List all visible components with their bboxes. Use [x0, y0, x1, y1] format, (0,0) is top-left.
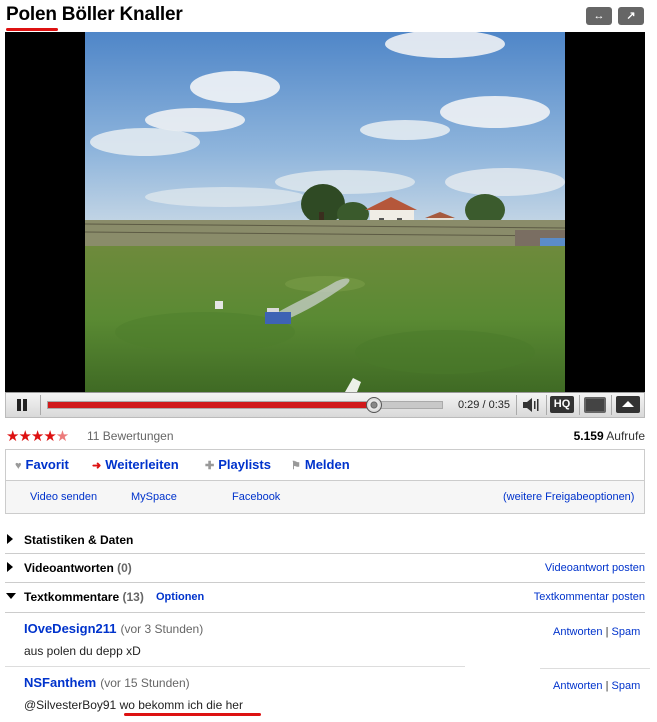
tab-melden-label: Melden — [304, 457, 350, 472]
popout-icon[interactable]: ↗ — [618, 7, 644, 25]
section-videoantworten-title: Videoantworten (0) — [24, 561, 132, 575]
view-count-number: 5.159 — [573, 429, 604, 443]
section-textkommentare[interactable]: Textkommentare (13) Optionen Textkomment… — [5, 583, 645, 613]
plus-icon: ✚ — [205, 460, 215, 472]
tab-weiterleiten-label: Weiterleiten — [105, 457, 179, 472]
comment-timestamp: (vor 3 Stunden) — [120, 622, 204, 636]
tab-playlists[interactable]: ✚ Playlists — [205, 457, 271, 472]
comment-divider — [540, 668, 650, 669]
section-textkommentare-count: (13) — [122, 590, 144, 604]
progress-scrubber-handle[interactable] — [366, 397, 383, 413]
view-count-label: Aufrufe — [606, 429, 645, 443]
text-highlight-underline — [124, 713, 261, 716]
section-videoantworten[interactable]: Videoantworten (0) Videoantwort posten — [5, 554, 645, 583]
progress-played — [48, 402, 375, 408]
video-title: Polen Böller Knaller — [6, 4, 183, 25]
section-textkommentare-title: Textkommentare (13) — [24, 590, 144, 604]
comment-author-line: IOveDesign211 (vor 3 Stunden) — [24, 621, 203, 636]
time-display: 0:29 / 0:35 — [458, 399, 510, 411]
heart-icon: ♥ — [15, 460, 22, 472]
reply-link[interactable]: Antworten — [553, 680, 603, 692]
volume-icon[interactable] — [521, 397, 541, 413]
flag-icon: ⚑ — [291, 460, 301, 472]
section-videoantworten-label: Videoantworten — [24, 561, 114, 575]
control-divider — [516, 395, 517, 415]
tab-playlists-label: Playlists — [218, 457, 271, 472]
video-still-image — [85, 32, 565, 392]
comment-item: IOveDesign211 (vor 3 Stunden) aus polen d… — [24, 620, 644, 664]
action-panel: ♥ Favorit ➜ Weiterleiten ✚ Playlists ⚑ Melde… — [5, 449, 645, 514]
pause-button[interactable] — [10, 396, 34, 414]
videoantwort-posten-link[interactable]: Videoantwort posten — [545, 562, 645, 574]
section-textkommentare-label: Textkommentare — [24, 590, 120, 604]
reply-link[interactable]: Antworten — [553, 626, 603, 638]
comment-text: aus polen du depp xD — [24, 644, 141, 658]
comment-options-link[interactable]: Optionen — [156, 591, 204, 603]
control-divider — [40, 395, 41, 415]
share-link-more-options[interactable]: (weitere Freigabeoptionen) — [503, 491, 634, 503]
title-highlight-underline — [6, 28, 58, 31]
progress-bar[interactable] — [47, 397, 443, 413]
hq-toggle-button[interactable]: HQ — [550, 396, 574, 413]
arrow-right-icon: ➜ — [92, 460, 102, 472]
comment-highlighted-text: wo bekomm ich die her — [119, 698, 243, 712]
action-tabs: ♥ Favorit ➜ Weiterleiten ✚ Playlists ⚑ Melde… — [6, 450, 644, 481]
textkommentar-posten-link[interactable]: Textkommentar posten — [534, 591, 645, 603]
spam-link[interactable]: Spam — [612, 680, 641, 692]
tab-weiterleiten[interactable]: ➜ Weiterleiten — [92, 457, 179, 472]
player-controls: 0:29 / 0:35 HQ — [5, 392, 645, 418]
comment-author-line: NSFanthem (vor 15 Stunden) — [24, 675, 190, 690]
star-rating-icon[interactable]: ★★★★★ — [6, 427, 69, 445]
expand-arrow-icon — [7, 562, 13, 572]
fullscreen-icon[interactable] — [616, 396, 640, 413]
share-link-myspace[interactable]: MySpace — [131, 491, 177, 503]
spam-link[interactable]: Spam — [612, 626, 641, 638]
comment-timestamp: (vor 15 Stunden) — [100, 676, 190, 690]
comment-actions: Antworten | Spam — [553, 626, 641, 638]
expand-arrow-icon — [7, 534, 13, 544]
video-player[interactable] — [5, 32, 645, 392]
section-statistiken[interactable]: Statistiken & Daten — [5, 526, 645, 554]
rating-row: ★★★★★ 11 Bewertungen 5.159 Aufrufe — [6, 427, 645, 445]
ratings-count: 11 Bewertungen — [87, 429, 174, 443]
tab-favorit-label: Favorit — [25, 457, 69, 472]
title-row: Polen Böller Knaller ↔ ↗ — [6, 4, 651, 31]
control-divider — [611, 395, 612, 415]
comment-item: NSFanthem (vor 15 Stunden) @SilvesterBoy9… — [24, 674, 644, 720]
control-divider — [579, 395, 580, 415]
comment-author-link[interactable]: IOveDesign211 — [24, 621, 117, 636]
comment-divider — [5, 666, 465, 667]
share-link-facebook[interactable]: Facebook — [232, 491, 280, 503]
share-link-video-senden[interactable]: Video senden — [30, 491, 97, 503]
comment-mention: @SilvesterBoy91 — [24, 698, 120, 712]
resize-icon[interactable]: ↔ — [586, 7, 612, 25]
control-divider — [546, 395, 547, 415]
video-frame[interactable] — [85, 32, 565, 392]
section-statistiken-title: Statistiken & Daten — [24, 533, 134, 547]
share-options-row: Video senden MySpace Facebook (weitere F… — [6, 481, 644, 513]
tab-favorit[interactable]: ♥ Favorit — [15, 457, 69, 472]
view-count: 5.159 Aufrufe — [574, 429, 645, 443]
comment-text: @SilvesterBoy91 wo bekomm ich die her — [24, 698, 243, 712]
collapse-arrow-icon — [6, 593, 16, 599]
comment-author-link[interactable]: NSFanthem — [24, 675, 96, 690]
tab-melden[interactable]: ⚑ Melden — [291, 457, 350, 472]
comment-actions: Antworten | Spam — [553, 680, 641, 692]
widescreen-icon[interactable] — [584, 397, 606, 413]
section-videoantworten-count: (0) — [117, 561, 132, 575]
